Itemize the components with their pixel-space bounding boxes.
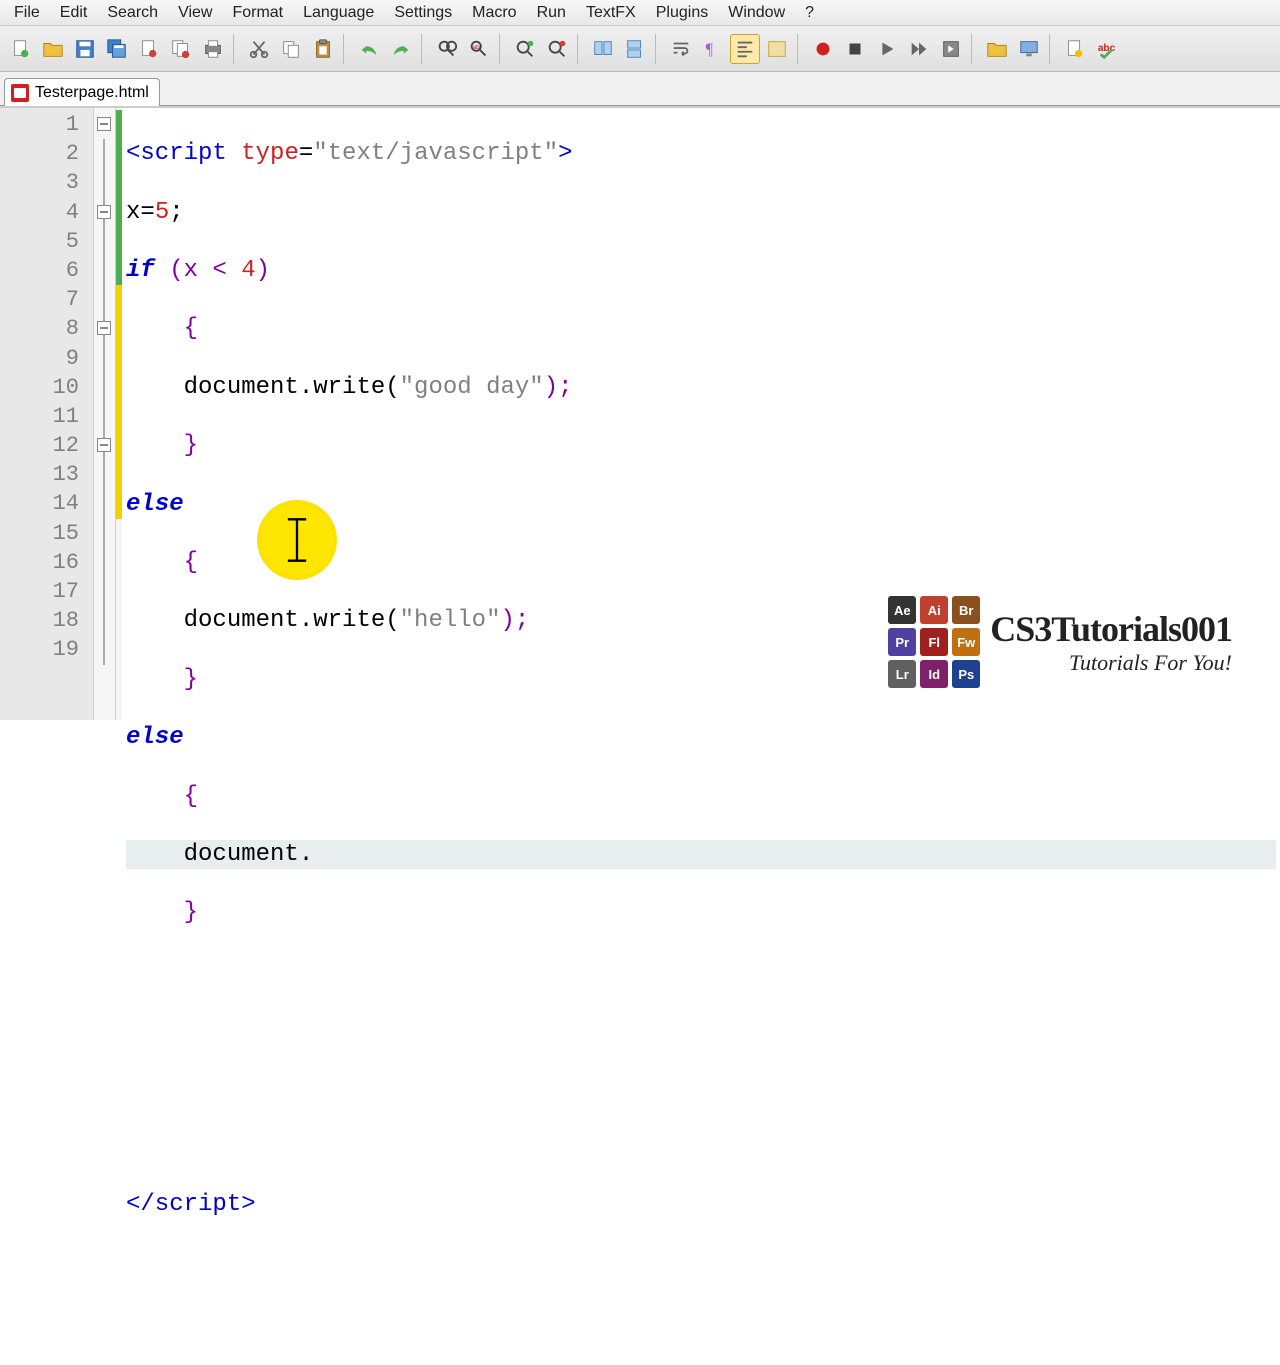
cursor-highlight-marker [257, 500, 337, 580]
app-icon: Id [920, 660, 948, 688]
record-macro-button[interactable] [808, 34, 838, 64]
menu-edit[interactable]: Edit [50, 2, 98, 24]
spellcheck-button[interactable]: abc [1092, 34, 1122, 64]
app-icon: Ae [888, 596, 916, 624]
user-lang-button[interactable] [762, 34, 792, 64]
tab-bar: Testerpage.html [0, 72, 1280, 106]
menu-bar: File Edit Search View Format Language Se… [0, 0, 1280, 26]
replace-button[interactable]: ab [464, 34, 494, 64]
show-symbols-button[interactable]: ¶ [698, 34, 728, 64]
open-file-button[interactable] [38, 34, 68, 64]
stop-macro-button[interactable] [840, 34, 870, 64]
watermark: AeAiBr PrFlFw LrIdPs CS3Tutorials001 Tutor… [888, 596, 1232, 688]
fold-box-icon[interactable] [97, 117, 111, 131]
fold-box-icon[interactable] [97, 205, 111, 219]
close-all-button[interactable] [166, 34, 196, 64]
svg-text:¶: ¶ [706, 39, 714, 58]
monitor-button[interactable] [1014, 34, 1044, 64]
folder-button[interactable] [982, 34, 1012, 64]
menu-search[interactable]: Search [97, 2, 168, 24]
undo-button[interactable] [354, 34, 384, 64]
save-button[interactable] [70, 34, 100, 64]
find-button[interactable] [432, 34, 462, 64]
app-icon: Fl [920, 628, 948, 656]
zoom-in-button[interactable] [510, 34, 540, 64]
watermark-icons: AeAiBr PrFlFw LrIdPs [888, 596, 980, 688]
toolbar: ab ¶ abc [0, 26, 1280, 72]
redo-button[interactable] [386, 34, 416, 64]
doc-button[interactable] [1060, 34, 1090, 64]
file-icon [11, 84, 29, 102]
file-tab[interactable]: Testerpage.html [4, 78, 160, 106]
play-multi-button[interactable] [904, 34, 934, 64]
copy-button[interactable] [276, 34, 306, 64]
close-button[interactable] [134, 34, 164, 64]
svg-text:abc: abc [1098, 42, 1116, 53]
menu-help[interactable]: ? [795, 2, 824, 24]
menu-plugins[interactable]: Plugins [646, 2, 718, 24]
menu-textfx[interactable]: TextFX [576, 2, 646, 24]
indent-guide-button[interactable] [730, 34, 760, 64]
word-wrap-button[interactable] [666, 34, 696, 64]
app-icon: Lr [888, 660, 916, 688]
save-all-button[interactable] [102, 34, 132, 64]
app-icon: Ai [920, 596, 948, 624]
save-macro-button[interactable] [936, 34, 966, 64]
menu-language[interactable]: Language [293, 2, 384, 24]
menu-settings[interactable]: Settings [384, 2, 462, 24]
sync-h-button[interactable] [620, 34, 650, 64]
fold-box-icon[interactable] [97, 321, 111, 335]
svg-text:ab: ab [473, 44, 481, 51]
menu-view[interactable]: View [168, 2, 222, 24]
app-icon: Fw [952, 628, 980, 656]
fold-gutter [94, 108, 116, 720]
app-icon: Br [952, 596, 980, 624]
play-macro-button[interactable] [872, 34, 902, 64]
fold-box-icon[interactable] [97, 438, 111, 452]
cut-button[interactable] [244, 34, 274, 64]
print-button[interactable] [198, 34, 228, 64]
menu-file[interactable]: File [4, 2, 50, 24]
watermark-title: CS3Tutorials001 [990, 608, 1232, 650]
app-icon: Pr [888, 628, 916, 656]
sync-v-button[interactable] [588, 34, 618, 64]
zoom-out-button[interactable] [542, 34, 572, 64]
menu-format[interactable]: Format [222, 2, 293, 24]
new-file-button[interactable] [6, 34, 36, 64]
menu-macro[interactable]: Macro [462, 2, 526, 24]
menu-run[interactable]: Run [527, 2, 576, 24]
tab-label: Testerpage.html [35, 84, 149, 102]
watermark-subtitle: Tutorials For You! [1069, 650, 1232, 676]
paste-button[interactable] [308, 34, 338, 64]
menu-window[interactable]: Window [718, 2, 795, 24]
line-number-gutter: 12345678910111213141516171819 [0, 108, 94, 720]
app-icon: Ps [952, 660, 980, 688]
